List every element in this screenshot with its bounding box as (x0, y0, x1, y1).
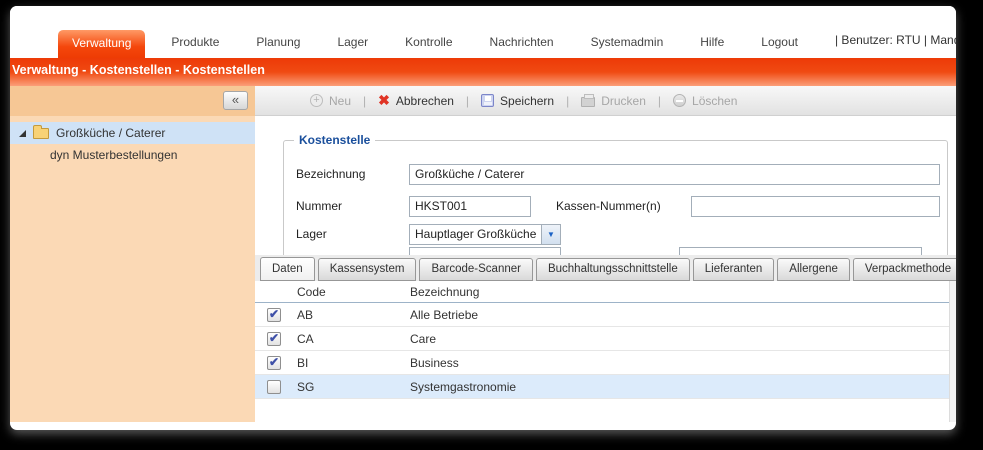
nav-tab-systemadmin[interactable]: Systemadmin (591, 35, 664, 58)
breadcrumb: Verwaltung - Kostenstellen - Kostenstell… (10, 58, 956, 86)
folder-icon (33, 128, 49, 139)
toolbar-separator: | (363, 94, 366, 108)
tab-buchhaltungsschnittstelle[interactable]: Buchhaltungsschnittstelle (536, 258, 690, 281)
cancel-button-label: Abbrechen (396, 94, 454, 108)
save-button[interactable]: Speichern (481, 94, 554, 108)
floppy-disk-icon (481, 94, 494, 107)
tree-item-label: dyn Musterbestellungen (50, 148, 177, 162)
print-button-label: Drucken (601, 94, 646, 108)
cell-bezeichnung: Care (410, 332, 949, 346)
row-checkbox[interactable] (267, 356, 281, 370)
sidebar-header: « (10, 86, 255, 116)
printer-icon (581, 97, 595, 107)
kostenstelle-fieldset: Kostenstelle Bezeichnung Nummer Kassen-N… (283, 140, 948, 268)
tab-allergene[interactable]: Allergene (777, 258, 850, 281)
tree-item-grosskueche[interactable]: Großküche / Caterer (10, 122, 255, 144)
nav-tab-nachrichten[interactable]: Nachrichten (490, 35, 554, 58)
detail-tabstrip: Daten Kassensystem Barcode-Scanner Buchh… (255, 255, 956, 281)
table-header: Code Bezeichnung (255, 281, 949, 303)
nav-tab-lager[interactable]: Lager (337, 35, 368, 58)
cell-bezeichnung: Systemgastronomie (410, 380, 949, 394)
row-checkbox[interactable] (267, 308, 281, 322)
nav-logout-link[interactable]: Logout (761, 35, 798, 58)
tree-item-label: Großküche / Caterer (56, 126, 165, 140)
cell-bezeichnung: Alle Betriebe (410, 308, 949, 322)
lager-dropdown[interactable]: Hauptlager Großküche ▼ (409, 224, 561, 245)
kassen-nummer-label: Kassen-Nummer(n) (556, 199, 691, 213)
nav-tab-verwaltung[interactable]: Verwaltung (58, 30, 145, 58)
cell-code: BI (297, 356, 410, 370)
cell-code: AB (297, 308, 410, 322)
toolbar-separator: | (658, 94, 661, 108)
kostenstellen-tree: Großküche / Caterer dyn Musterbestellung… (10, 116, 255, 166)
new-button-label: Neu (329, 94, 351, 108)
app-window: Verwaltung Produkte Planung Lager Kontro… (10, 6, 956, 430)
nav-tab-hilfe[interactable]: Hilfe (700, 35, 724, 58)
table-row[interactable]: BI Business (255, 351, 949, 375)
cancel-button[interactable]: Abbrechen (378, 94, 454, 108)
delete-button[interactable]: Löschen (673, 94, 737, 108)
main-area: « Großküche / Caterer dyn Musterbestellu… (10, 86, 956, 422)
cell-bezeichnung: Business (410, 356, 949, 370)
tab-daten[interactable]: Daten (260, 257, 315, 281)
sidebar: « Großküche / Caterer dyn Musterbestellu… (10, 86, 255, 422)
header-code: Code (297, 285, 410, 299)
main-menu: Verwaltung Produkte Planung Lager Kontro… (10, 6, 956, 58)
lager-label: Lager (296, 227, 409, 241)
header-bezeichnung: Bezeichnung (410, 285, 949, 299)
sidebar-collapse-button[interactable]: « (223, 91, 248, 110)
plus-circle-icon (310, 94, 323, 107)
bezeichnung-label: Bezeichnung (296, 167, 409, 181)
tab-lieferanten[interactable]: Lieferanten (693, 258, 775, 281)
cancel-x-icon (378, 94, 390, 107)
fieldset-legend: Kostenstelle (294, 133, 375, 147)
bezeichnung-field[interactable] (409, 164, 940, 185)
detail-tab-panel: Daten Kassensystem Barcode-Scanner Buchh… (255, 255, 956, 422)
kassen-nummer-field[interactable] (691, 196, 940, 217)
table-row[interactable]: SG Systemgastronomie (255, 375, 949, 399)
cell-code: CA (297, 332, 410, 346)
print-button[interactable]: Drucken (581, 94, 646, 108)
table-row[interactable]: AB Alle Betriebe (255, 303, 949, 327)
cell-code: SG (297, 380, 410, 394)
tree-item-musterbestellungen[interactable]: dyn Musterbestellungen (10, 144, 255, 166)
row-checkbox[interactable] (267, 380, 281, 394)
new-button[interactable]: Neu (310, 94, 351, 108)
tree-expand-icon[interactable] (18, 129, 27, 138)
record-toolbar: Neu | Abbrechen | Speichern | Drucken | (255, 86, 956, 116)
chevron-down-icon[interactable]: ▼ (541, 225, 560, 244)
user-info-bar: | Benutzer: RTU | Mandant: 19 | ✉ 0 | G (835, 30, 956, 58)
toolbar-separator: | (466, 94, 469, 108)
nummer-label: Nummer (296, 199, 409, 213)
lager-dropdown-value: Hauptlager Großküche (410, 225, 541, 244)
nav-tab-planung[interactable]: Planung (256, 35, 300, 58)
nav-tab-produkte[interactable]: Produkte (171, 35, 219, 58)
save-button-label: Speichern (500, 94, 554, 108)
tab-kassensystem[interactable]: Kassensystem (318, 258, 417, 281)
toolbar-separator: | (566, 94, 569, 108)
user-mandant-text: | Benutzer: RTU | Mandant: 19 | (835, 33, 956, 47)
row-checkbox[interactable] (267, 332, 281, 346)
scrollbar-track[interactable] (949, 281, 956, 422)
tab-verpackmethode[interactable]: Verpackmethode (853, 258, 956, 281)
delete-button-label: Löschen (692, 94, 737, 108)
minus-circle-icon (673, 94, 686, 107)
table-row[interactable]: CA Care (255, 327, 949, 351)
betriebe-table: Code Bezeichnung AB Alle Betriebe CA Car… (255, 281, 949, 399)
tab-barcode-scanner[interactable]: Barcode-Scanner (419, 258, 533, 281)
nav-tab-kontrolle[interactable]: Kontrolle (405, 35, 452, 58)
nummer-field[interactable] (409, 196, 531, 217)
content-pane: Neu | Abbrechen | Speichern | Drucken | (255, 86, 956, 422)
